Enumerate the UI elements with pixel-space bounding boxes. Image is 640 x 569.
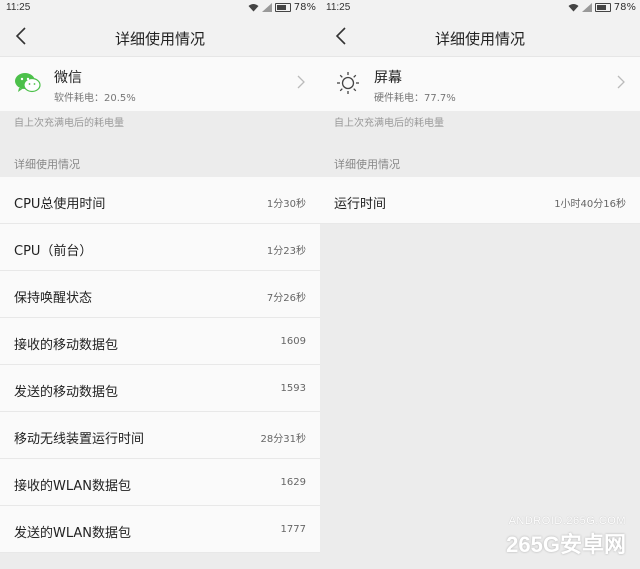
item-label: 接收的移动数据包 [14, 338, 119, 353]
status-icons: 78% [568, 2, 636, 13]
item-label: 发送的WLAN数据包 [14, 526, 132, 541]
right-panel: 11:25 78% 详细使用情况 屏幕 硬件耗电：77.7% 自上次充满电后的耗… [320, 0, 640, 569]
list-item: 发送的WLAN数据包 1777 [0, 506, 320, 553]
page-title: 详细使用情况 [114, 30, 205, 48]
since-full-charge-hint: 自上次充满电后的耗电量 [320, 111, 640, 137]
top-bar: 详细使用情况 [0, 16, 320, 56]
wifi-icon [248, 4, 259, 12]
signal-icon [261, 3, 272, 12]
status-icons: 78% [248, 2, 316, 13]
battery-icon [274, 3, 291, 12]
item-value: 1609 [280, 336, 306, 347]
signal-icon [581, 3, 592, 12]
brightness-icon [337, 72, 359, 94]
left-panel: 11:25 78% 详细使用情况 微信 软件耗电：20.5% 自上次充满电后的耗… [0, 0, 320, 569]
wechat-icon [15, 73, 41, 93]
list-item: 移动无线装置运行时间 28分31秒 [0, 412, 320, 459]
status-bar: 11:25 78% [320, 0, 640, 16]
app-name: 屏幕 [374, 70, 402, 86]
item-label: 移动无线装置运行时间 [14, 432, 145, 447]
app-usage: 软件耗电：20.5% [54, 93, 136, 104]
list-item: 接收的移动数据包 1609 [0, 318, 320, 365]
top-bar: 详细使用情况 [320, 16, 640, 56]
watermark-brand: 265G安卓网 [506, 532, 626, 557]
usage-list: CPU总使用时间 1分30秒 CPU（前台） 1分23秒 保持唤醒状态 7分26秒 接… [0, 177, 320, 553]
watermark: ANDROID.265G.COM 265G安卓网 [506, 515, 626, 559]
app-summary-card[interactable]: 微信 软件耗电：20.5% [0, 56, 320, 111]
list-item: CPU总使用时间 1分30秒 [0, 177, 320, 224]
section-title: 详细使用情况 [320, 137, 640, 177]
list-item: 发送的移动数据包 1593 [0, 365, 320, 412]
wifi-icon [568, 4, 579, 12]
item-value: 1分23秒 [266, 246, 306, 257]
item-value: 1分30秒 [266, 199, 306, 210]
item-label: CPU（前台） [14, 244, 93, 259]
screen: 11:25 78% 详细使用情况 微信 软件耗电：20.5% 自上次充满电后的耗… [0, 0, 640, 569]
item-value: 1小时40分16秒 [554, 199, 626, 210]
item-value: 1629 [280, 477, 306, 488]
item-value: 7分26秒 [266, 293, 306, 304]
status-bar: 11:25 78% [0, 0, 320, 16]
battery-percent: 78% [613, 2, 636, 13]
item-value: 28分31秒 [260, 434, 306, 445]
status-time: 11:25 [6, 2, 31, 13]
status-time: 11:25 [326, 2, 351, 13]
app-name: 微信 [54, 70, 82, 86]
list-item: 保持唤醒状态 7分26秒 [0, 271, 320, 318]
item-value: 1593 [280, 383, 306, 394]
page-title: 详细使用情况 [434, 30, 525, 48]
item-label: 发送的移动数据包 [14, 385, 119, 400]
usage-list: 运行时间 1小时40分16秒 [320, 177, 640, 224]
item-label: CPU总使用时间 [14, 197, 106, 212]
since-full-charge-hint: 自上次充满电后的耗电量 [0, 111, 320, 137]
item-value: 1777 [280, 524, 306, 535]
battery-icon [594, 3, 611, 12]
chevron-right-icon [617, 75, 625, 89]
watermark-url: ANDROID.265G.COM [508, 515, 626, 527]
list-item: 运行时间 1小时40分16秒 [320, 177, 640, 224]
app-usage: 硬件耗电：77.7% [374, 93, 456, 104]
item-label: 接收的WLAN数据包 [14, 479, 132, 494]
item-label: 保持唤醒状态 [14, 291, 93, 306]
battery-percent: 78% [293, 2, 316, 13]
item-label: 运行时间 [334, 197, 387, 212]
section-title: 详细使用情况 [0, 137, 320, 177]
chevron-right-icon [297, 75, 305, 89]
list-item: CPU（前台） 1分23秒 [0, 224, 320, 271]
list-item: 接收的WLAN数据包 1629 [0, 459, 320, 506]
app-summary-card[interactable]: 屏幕 硬件耗电：77.7% [320, 56, 640, 111]
